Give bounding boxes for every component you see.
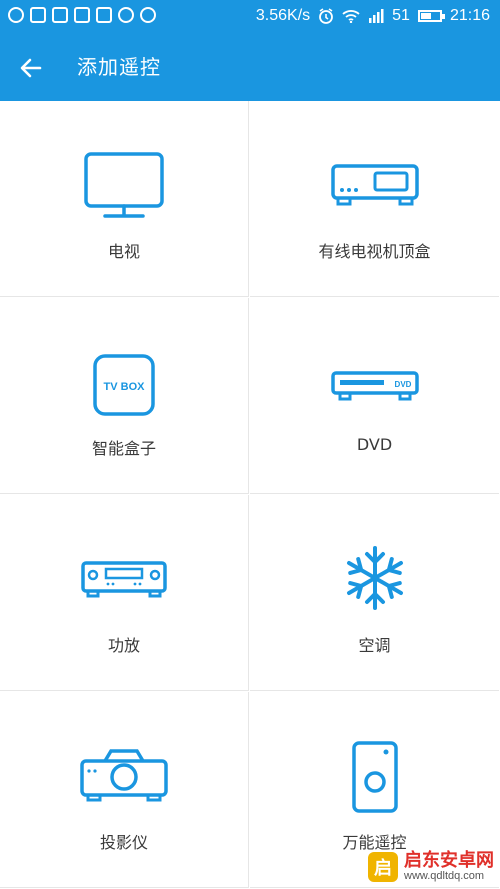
status-bar: 3.56K/s 51 21:16: [0, 0, 500, 34]
device-label: 投影仪: [99, 833, 148, 852]
lofter-icon: [96, 7, 112, 23]
device-projector[interactable]: 投影仪: [0, 692, 249, 888]
device-set-top-box[interactable]: 有线电视机顶盒: [250, 101, 499, 297]
back-button[interactable]: [16, 53, 46, 83]
device-label: DVD: [356, 435, 393, 454]
status-indicators: 3.56K/s 51 21:16: [256, 7, 490, 25]
dvd-player-icon: DVD: [330, 371, 419, 401]
battery-icon: [417, 10, 445, 22]
more-icon: [140, 7, 156, 23]
page-title: 添加遥控: [77, 55, 161, 79]
device-label: 功放: [107, 636, 140, 655]
device-tv[interactable]: 电视: [0, 101, 249, 297]
signal-level: 51: [392, 7, 410, 24]
amplifier-icon: [81, 561, 167, 598]
device-label: 电视: [107, 242, 140, 261]
gallery-icon: [30, 7, 46, 23]
tv-icon: [84, 152, 164, 218]
projector-icon: [80, 749, 168, 802]
device-label: 智能盒子: [91, 439, 156, 458]
qq-icon: [8, 7, 24, 23]
signal-icon: [369, 9, 384, 23]
watermark-url: www.qdltdq.com: [404, 870, 485, 882]
weibo-icon: [74, 7, 90, 23]
notification-icons: [8, 7, 156, 23]
device-grid: 电视 有线电视机顶盒 TV BOX 智能盒子 DVD DVD 功放 空调 投影仪…: [0, 101, 500, 889]
arrow-left-icon: [20, 58, 42, 78]
dvd-icon-text: DVD: [394, 380, 411, 389]
apps-icon: [52, 7, 68, 23]
alarm-icon: [319, 8, 334, 24]
device-air-conditioner[interactable]: 空调: [250, 495, 499, 691]
device-tv-box[interactable]: TV BOX 智能盒子: [0, 298, 249, 494]
messenger-icon: [118, 7, 134, 23]
clock: 21:16: [449, 7, 490, 24]
tv-box-icon: TV BOX: [93, 354, 155, 416]
battery-fill: [420, 13, 431, 19]
snowflake-icon: [346, 546, 403, 610]
device-label: 有线电视机顶盒: [318, 242, 431, 261]
device-dvd[interactable]: DVD DVD: [250, 298, 499, 494]
universal-remote-icon: [351, 741, 398, 813]
network-speed: 3.56K/s: [255, 7, 311, 24]
device-amplifier[interactable]: 功放: [0, 495, 249, 691]
watermark-title: 启东安卓网: [404, 850, 494, 870]
set-top-box-icon: [330, 164, 419, 206]
wifi-icon: [342, 10, 360, 23]
watermark-logo: 启: [368, 851, 398, 882]
app-bar: 添加遥控: [0, 34, 500, 101]
watermark: 启 启东安卓网 www.qdltdq.com: [368, 850, 494, 883]
device-label: 空调: [358, 636, 391, 655]
tv-box-icon-text: TV BOX: [104, 381, 146, 393]
